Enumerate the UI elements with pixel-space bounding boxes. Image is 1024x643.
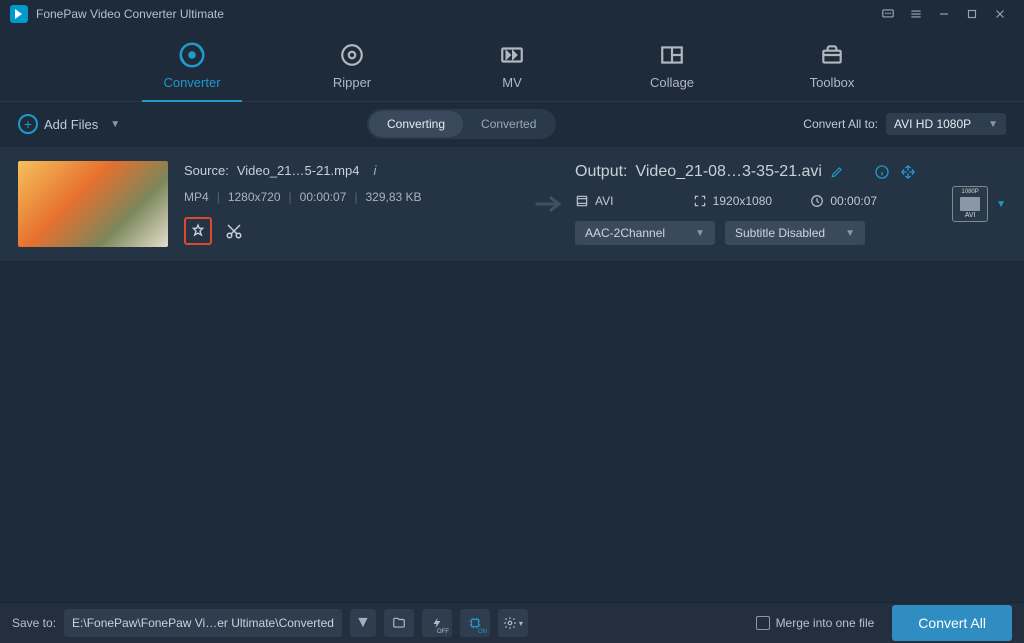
add-files-button[interactable]: + Add Files ▼	[18, 114, 120, 134]
tab-mv[interactable]: MV	[462, 28, 562, 101]
cut-video-button[interactable]	[222, 219, 246, 243]
tab-label: MV	[502, 75, 522, 90]
hardware-accel-on-button[interactable]: ON	[460, 609, 490, 637]
subbar: + Add Files ▼ Converting Converted Conve…	[0, 102, 1024, 146]
hw-off-label: OFF	[437, 629, 449, 635]
merge-checkbox[interactable]: Merge into one file	[756, 616, 875, 630]
convert-all-button[interactable]: Convert All	[892, 605, 1012, 641]
subtitle-select-value: Subtitle Disabled	[735, 226, 825, 240]
maximize-button[interactable]	[958, 0, 986, 28]
audio-track-select[interactable]: AAC-2Channel ▼	[575, 221, 715, 245]
add-files-label: Add Files	[44, 117, 98, 132]
titlebar: FonePaw Video Converter Ultimate	[0, 0, 1024, 28]
tab-label: Converter	[163, 75, 220, 90]
output-profile-button[interactable]: 1080P AVI	[952, 186, 988, 222]
profile-format-badge: AVI	[965, 212, 976, 219]
feedback-icon[interactable]	[874, 0, 902, 28]
menu-icon[interactable]	[902, 0, 930, 28]
source-prefix: Source:	[184, 163, 229, 178]
file-item: Source: Video_21…5-21.mp4 i MP4| 1280x72…	[0, 146, 1024, 262]
media-info-icon[interactable]	[874, 164, 890, 180]
info-icon[interactable]: i	[373, 163, 376, 178]
chevron-down-icon: ▼	[695, 228, 705, 239]
output-filename: Video_21-08…3-35-21.avi	[635, 163, 822, 181]
save-path-value: E:\FonePaw\FonePaw Vi…er Ultimate\Conver…	[72, 616, 334, 630]
source-filename: Video_21…5-21.mp4	[237, 163, 360, 178]
hardware-accel-off-button[interactable]: OFF	[422, 609, 452, 637]
open-folder-button[interactable]	[384, 609, 414, 637]
merge-label: Merge into one file	[776, 616, 875, 630]
segment-converting[interactable]: Converting	[369, 111, 463, 137]
main-tabs: Converter Ripper MV Collage Toolbox	[0, 28, 1024, 102]
save-to-label: Save to:	[12, 616, 56, 630]
save-path-dropdown[interactable]: ▼	[350, 609, 376, 637]
convert-all-label: Convert All	[918, 615, 986, 631]
output-prefix: Output:	[575, 163, 627, 181]
film-icon	[960, 197, 980, 211]
source-size: 329,83 KB	[366, 190, 422, 204]
audio-select-value: AAC-2Channel	[585, 226, 665, 240]
edit-video-button[interactable]	[184, 217, 212, 245]
compress-icon[interactable]	[900, 164, 916, 180]
app-title: FonePaw Video Converter Ultimate	[36, 7, 224, 21]
output-resolution: 1920x1080	[713, 194, 772, 208]
tab-label: Toolbox	[810, 75, 855, 90]
output-format: AVI	[595, 194, 613, 208]
bottom-bar: Save to: E:\FonePaw\FonePaw Vi…er Ultima…	[0, 602, 1024, 643]
checkbox-icon	[756, 616, 770, 630]
tab-toolbox[interactable]: Toolbox	[782, 28, 882, 101]
file-list: Source: Video_21…5-21.mp4 i MP4| 1280x72…	[0, 146, 1024, 602]
video-thumbnail[interactable]	[18, 161, 168, 247]
convert-all-format-value: AVI HD 1080P	[894, 117, 971, 131]
source-duration: 00:00:07	[300, 190, 347, 204]
chevron-down-icon: ▼	[110, 119, 120, 130]
chevron-down-icon: ▼	[845, 228, 855, 239]
arrow-icon	[525, 161, 575, 247]
subtitle-select[interactable]: Subtitle Disabled ▼	[725, 221, 865, 245]
tab-ripper[interactable]: Ripper	[302, 28, 402, 101]
segment-converted[interactable]: Converted	[463, 111, 554, 137]
tab-converter[interactable]: Converter	[142, 28, 242, 101]
app-logo	[10, 5, 28, 23]
convert-queue-toggle: Converting Converted	[367, 109, 556, 139]
close-button[interactable]	[986, 0, 1014, 28]
tab-label: Ripper	[333, 75, 371, 90]
save-path-field[interactable]: E:\FonePaw\FonePaw Vi…er Ultimate\Conver…	[64, 609, 342, 637]
tab-label: Collage	[650, 75, 694, 90]
convert-all-format-select[interactable]: AVI HD 1080P ▼	[886, 113, 1006, 135]
hw-on-label: ON	[478, 629, 487, 635]
convert-all-to-label: Convert All to:	[803, 117, 878, 131]
tab-collage[interactable]: Collage	[622, 28, 722, 101]
settings-button[interactable]: ▾	[498, 609, 528, 637]
source-format: MP4	[184, 190, 209, 204]
plus-icon: +	[18, 114, 38, 134]
profile-resolution-badge: 1080P	[961, 189, 978, 195]
profile-chevron-down-icon[interactable]: ▼	[996, 199, 1006, 210]
minimize-button[interactable]	[930, 0, 958, 28]
chevron-down-icon: ▼	[988, 119, 998, 130]
output-duration: 00:00:07	[830, 194, 877, 208]
source-resolution: 1280x720	[228, 190, 281, 204]
rename-icon[interactable]	[830, 165, 844, 179]
